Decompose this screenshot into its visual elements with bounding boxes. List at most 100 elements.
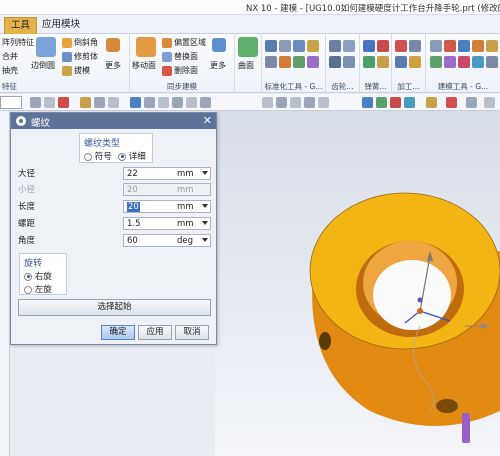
tab-applications[interactable]: 应用模块 xyxy=(36,17,86,34)
close-icon[interactable]: ✕ xyxy=(203,114,212,127)
nut-icon[interactable] xyxy=(279,40,291,52)
spring-compress-icon[interactable] xyxy=(363,56,375,68)
screw-icon[interactable] xyxy=(265,56,277,68)
minor-diameter-label: 小径 xyxy=(18,185,36,195)
rotate-icon[interactable] xyxy=(390,97,401,108)
line-icon[interactable] xyxy=(158,97,169,108)
endpoint-icon[interactable] xyxy=(94,97,105,108)
radio-icon xyxy=(84,152,92,161)
spring-delete-icon[interactable] xyxy=(377,40,389,52)
gear-icon[interactable] xyxy=(329,40,341,52)
radio-detailed[interactable]: 详细 xyxy=(118,150,146,162)
chevron-down-icon[interactable] xyxy=(202,204,208,208)
trim-body-button[interactable]: 修剪体 xyxy=(62,51,98,62)
thread-icon[interactable] xyxy=(395,56,407,68)
fit-view-icon[interactable] xyxy=(362,97,373,108)
gear-mesh-icon[interactable] xyxy=(329,56,341,68)
point-icon[interactable] xyxy=(80,97,91,108)
chamfer-button[interactable]: 倒斜角 xyxy=(62,37,98,48)
ok-button[interactable]: 确定 xyxy=(101,325,135,340)
select-all-icon[interactable] xyxy=(44,97,55,108)
cylinder-icon[interactable] xyxy=(458,40,470,52)
extract-icon[interactable] xyxy=(472,56,484,68)
offset-region-button[interactable]: 偏置区域 xyxy=(162,37,206,48)
circle-icon[interactable] xyxy=(200,97,211,108)
select-start-button[interactable]: 选择起始 xyxy=(18,299,211,316)
nc-icon[interactable] xyxy=(409,56,421,68)
cross-icon[interactable] xyxy=(304,97,315,108)
combine-button[interactable]: 合并 xyxy=(2,51,18,62)
spline-icon[interactable] xyxy=(186,97,197,108)
zoom-icon[interactable] xyxy=(376,97,387,108)
tangent-icon[interactable] xyxy=(318,97,329,108)
chevron-down-icon[interactable] xyxy=(202,221,208,225)
tab-tools[interactable]: 工具 xyxy=(4,17,38,34)
sphere-icon[interactable] xyxy=(486,40,498,52)
bolt-icon[interactable] xyxy=(265,40,277,52)
layer-icon[interactable] xyxy=(466,97,477,108)
spring-icon[interactable] xyxy=(363,40,375,52)
radio-right-hand[interactable]: 右旋 xyxy=(24,270,52,282)
intersect-icon[interactable] xyxy=(290,97,301,108)
angle-field[interactable]: 60 deg xyxy=(123,234,211,247)
midpoint-icon[interactable] xyxy=(108,97,119,108)
curve-icon[interactable] xyxy=(144,97,155,108)
apply-button[interactable]: 应用 xyxy=(138,325,172,340)
tool-icon[interactable] xyxy=(395,40,407,52)
quadrant-icon[interactable] xyxy=(276,97,287,108)
title-bar: NX 10 - 建模 - [UG10.0如何建模硬度计工作台升降手轮.prt (… xyxy=(0,0,500,15)
triangle-icon[interactable] xyxy=(430,40,442,52)
delete-face-button[interactable]: 删除面 xyxy=(162,65,198,76)
radio-left-hand[interactable]: 左旋 xyxy=(24,283,52,295)
major-diameter-field[interactable]: 22 mm xyxy=(123,167,211,180)
replace-face-button[interactable]: 替换面 xyxy=(162,51,198,62)
more-sync-button[interactable]: 更多 xyxy=(210,60,226,71)
arc-icon[interactable] xyxy=(172,97,183,108)
move-face-button[interactable]: 移动面 xyxy=(132,60,156,71)
group-feature: 阵列特征 合并 抽壳 边倒圆 倒斜角 修剪体 拔模 更多 特征 xyxy=(0,34,130,93)
washer-icon[interactable] xyxy=(293,40,305,52)
chevron-down-icon[interactable] xyxy=(202,238,208,242)
hole-icon[interactable] xyxy=(409,40,421,52)
graphics-viewport[interactable] xyxy=(215,111,500,456)
gear-move-icon[interactable] xyxy=(343,56,355,68)
length-field[interactable]: 20 mm xyxy=(123,200,211,213)
view-icon[interactable] xyxy=(130,97,141,108)
trim-body-icon xyxy=(62,51,72,62)
snap-icon[interactable] xyxy=(58,97,69,108)
tube-icon[interactable] xyxy=(444,56,456,68)
shell-button[interactable]: 抽壳 xyxy=(2,65,18,76)
draft-button[interactable]: 拔模 xyxy=(62,65,90,76)
radio-symbolic[interactable]: 符号 xyxy=(84,150,112,162)
orient-icon[interactable] xyxy=(446,97,457,108)
more-toolbar-icon[interactable] xyxy=(484,97,495,108)
block-icon[interactable] xyxy=(430,56,442,68)
pin-icon[interactable] xyxy=(307,40,319,52)
resource-bar[interactable] xyxy=(0,111,10,456)
gear-icon[interactable] xyxy=(16,116,26,126)
center-point-icon[interactable] xyxy=(262,97,273,108)
offset-region-icon xyxy=(162,37,172,48)
mirror-icon[interactable] xyxy=(458,56,470,68)
measure-icon[interactable] xyxy=(486,56,498,68)
cone-icon[interactable] xyxy=(472,40,484,52)
pan-icon[interactable] xyxy=(404,97,415,108)
spring-extend-icon[interactable] xyxy=(377,56,389,68)
pattern-feature-button[interactable]: 阵列特征 xyxy=(2,37,34,48)
pitch-field[interactable]: 1.5 mm xyxy=(123,217,211,230)
surface-button[interactable]: 曲面 xyxy=(238,60,254,71)
part-icon[interactable] xyxy=(307,56,319,68)
gear-modify-icon[interactable] xyxy=(343,40,355,52)
chevron-down-icon[interactable] xyxy=(202,171,208,175)
key-icon[interactable] xyxy=(279,56,291,68)
box-icon[interactable] xyxy=(444,40,456,52)
render-style-icon[interactable] xyxy=(426,97,437,108)
type-filter-combo[interactable] xyxy=(0,96,22,109)
filter-icon[interactable] xyxy=(30,97,41,108)
bearing-icon[interactable] xyxy=(293,56,305,68)
group-machining-label: 加工... xyxy=(397,82,420,91)
edge-blend-button[interactable]: 边倒圆 xyxy=(31,60,55,71)
group-machining: 加工... xyxy=(392,34,426,93)
more-feature-button[interactable]: 更多 xyxy=(105,60,121,71)
cancel-button[interactable]: 取消 xyxy=(175,325,209,340)
